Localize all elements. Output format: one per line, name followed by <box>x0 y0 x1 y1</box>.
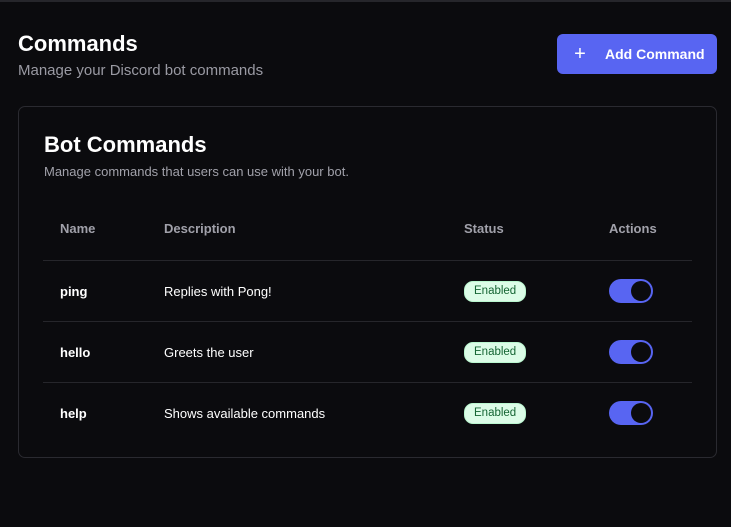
column-header-description: Description <box>164 221 236 236</box>
card-title: Bot Commands <box>44 132 207 157</box>
table-row: help Shows available commands Enabled <box>43 383 692 443</box>
status-cell: Enabled <box>464 322 527 382</box>
column-header-status: Status <box>464 221 504 236</box>
add-command-label: Add Command <box>605 46 705 62</box>
enable-toggle[interactable] <box>609 340 653 364</box>
card-description: Manage commands that users can use with … <box>44 164 349 179</box>
actions-cell <box>609 322 653 382</box>
command-description: Greets the user <box>164 344 254 360</box>
command-name: ping <box>60 283 88 299</box>
toggle-knob <box>631 281 651 301</box>
enable-toggle[interactable] <box>609 279 653 303</box>
toggle-knob <box>631 342 651 362</box>
add-command-button[interactable]: + Add Command <box>557 34 717 74</box>
status-badge: Enabled <box>464 341 527 363</box>
plus-icon: + <box>574 43 586 65</box>
page-header: Commands Manage your Discord bot command… <box>18 32 717 79</box>
commands-page: Commands Manage your Discord bot command… <box>0 0 731 527</box>
table-row: hello Greets the user Enabled <box>43 322 692 383</box>
command-description: Replies with Pong! <box>164 283 272 299</box>
status-badge: Enabled <box>464 402 527 424</box>
status-cell: Enabled <box>464 383 527 443</box>
actions-cell <box>609 261 653 321</box>
status-badge: Enabled <box>464 280 527 302</box>
commands-table: Name Description Status Actions ping Rep… <box>43 197 692 443</box>
status-cell: Enabled <box>464 261 527 321</box>
command-name: help <box>60 405 87 421</box>
column-header-name: Name <box>60 221 96 236</box>
top-divider <box>0 0 731 2</box>
actions-cell <box>609 383 653 443</box>
toggle-knob <box>631 403 651 423</box>
table-header-row: Name Description Status Actions <box>43 197 692 261</box>
table-row: ping Replies with Pong! Enabled <box>43 261 692 322</box>
enable-toggle[interactable] <box>609 401 653 425</box>
command-name: hello <box>60 344 91 360</box>
column-header-actions: Actions <box>609 221 657 236</box>
bot-commands-card: Bot Commands Manage commands that users … <box>18 106 717 458</box>
command-description: Shows available commands <box>164 405 326 421</box>
